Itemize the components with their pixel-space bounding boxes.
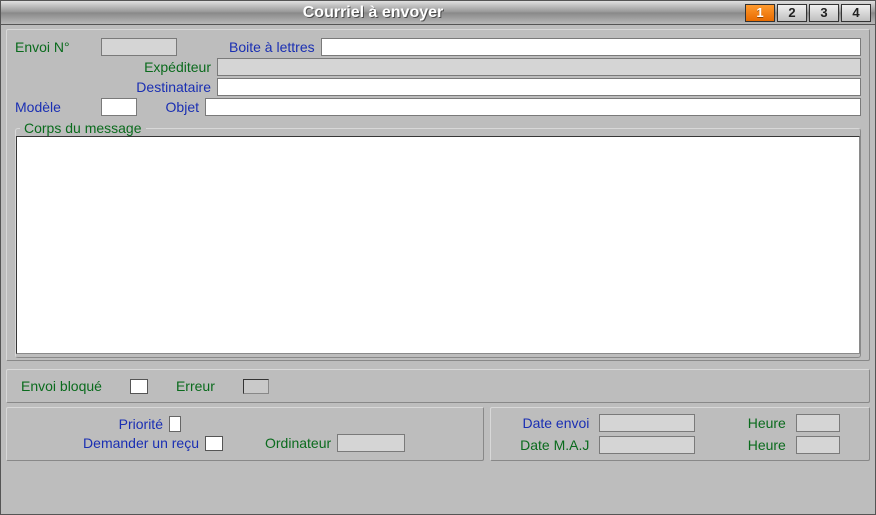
envoi-no-field[interactable] — [101, 38, 177, 56]
boite-field[interactable] — [321, 38, 861, 56]
tab-3[interactable]: 3 — [809, 4, 839, 22]
modele-label: Modèle — [15, 99, 95, 115]
priorite-field[interactable] — [169, 416, 181, 432]
tab-buttons: 1 2 3 4 — [745, 4, 871, 22]
date-envoi-label: Date envoi — [499, 415, 589, 431]
status-panel: Envoi bloqué Erreur — [6, 369, 870, 403]
destinataire-field[interactable] — [217, 78, 861, 96]
expediteur-label: Expéditeur — [15, 59, 211, 75]
recu-checkbox[interactable] — [205, 436, 223, 451]
bloque-label: Envoi bloqué — [21, 378, 102, 394]
objet-label: Objet — [143, 99, 199, 115]
header-panel: Envoi N° Boite à lettres Expéditeur Dest… — [6, 29, 870, 361]
body-legend: Corps du message — [20, 120, 146, 136]
body-fieldset: Corps du message — [15, 120, 861, 358]
modele-field[interactable] — [101, 98, 137, 116]
date-maj-label: Date M.A.J — [499, 437, 589, 453]
boite-label: Boite à lettres — [229, 39, 315, 55]
bloque-checkbox[interactable] — [130, 379, 148, 394]
expediteur-field[interactable] — [217, 58, 861, 76]
bottom-left-panel: Priorité Demander un reçu Ordinateur — [6, 407, 484, 461]
destinataire-label: Destinataire — [15, 79, 211, 95]
ordinateur-field[interactable] — [337, 434, 405, 452]
ordinateur-label: Ordinateur — [265, 435, 331, 451]
erreur-value — [243, 379, 269, 394]
envoi-no-label: Envoi N° — [15, 39, 95, 55]
priorite-label: Priorité — [15, 416, 163, 432]
date-envoi-field[interactable] — [599, 414, 695, 432]
email-window: Courriel à envoyer 1 2 3 4 Envoi N° Boit… — [0, 0, 876, 515]
heure2-field[interactable] — [796, 436, 840, 454]
erreur-label: Erreur — [176, 378, 215, 394]
objet-field[interactable] — [205, 98, 861, 116]
body-textarea[interactable] — [16, 136, 860, 354]
heure2-label: Heure — [727, 437, 786, 453]
tab-1[interactable]: 1 — [745, 4, 775, 22]
tab-2[interactable]: 2 — [777, 4, 807, 22]
bottom-right-panel: Date envoi Heure Date M.A.J Heure — [490, 407, 870, 461]
heure1-field[interactable] — [796, 414, 840, 432]
date-maj-field[interactable] — [599, 436, 695, 454]
tab-4[interactable]: 4 — [841, 4, 871, 22]
heure1-label: Heure — [727, 415, 786, 431]
bottom-wrap: Priorité Demander un reçu Ordinateur Dat… — [6, 407, 870, 461]
recu-label: Demander un reçu — [15, 435, 199, 451]
window-title: Courriel à envoyer — [1, 4, 745, 22]
titlebar: Courriel à envoyer 1 2 3 4 — [1, 1, 875, 25]
